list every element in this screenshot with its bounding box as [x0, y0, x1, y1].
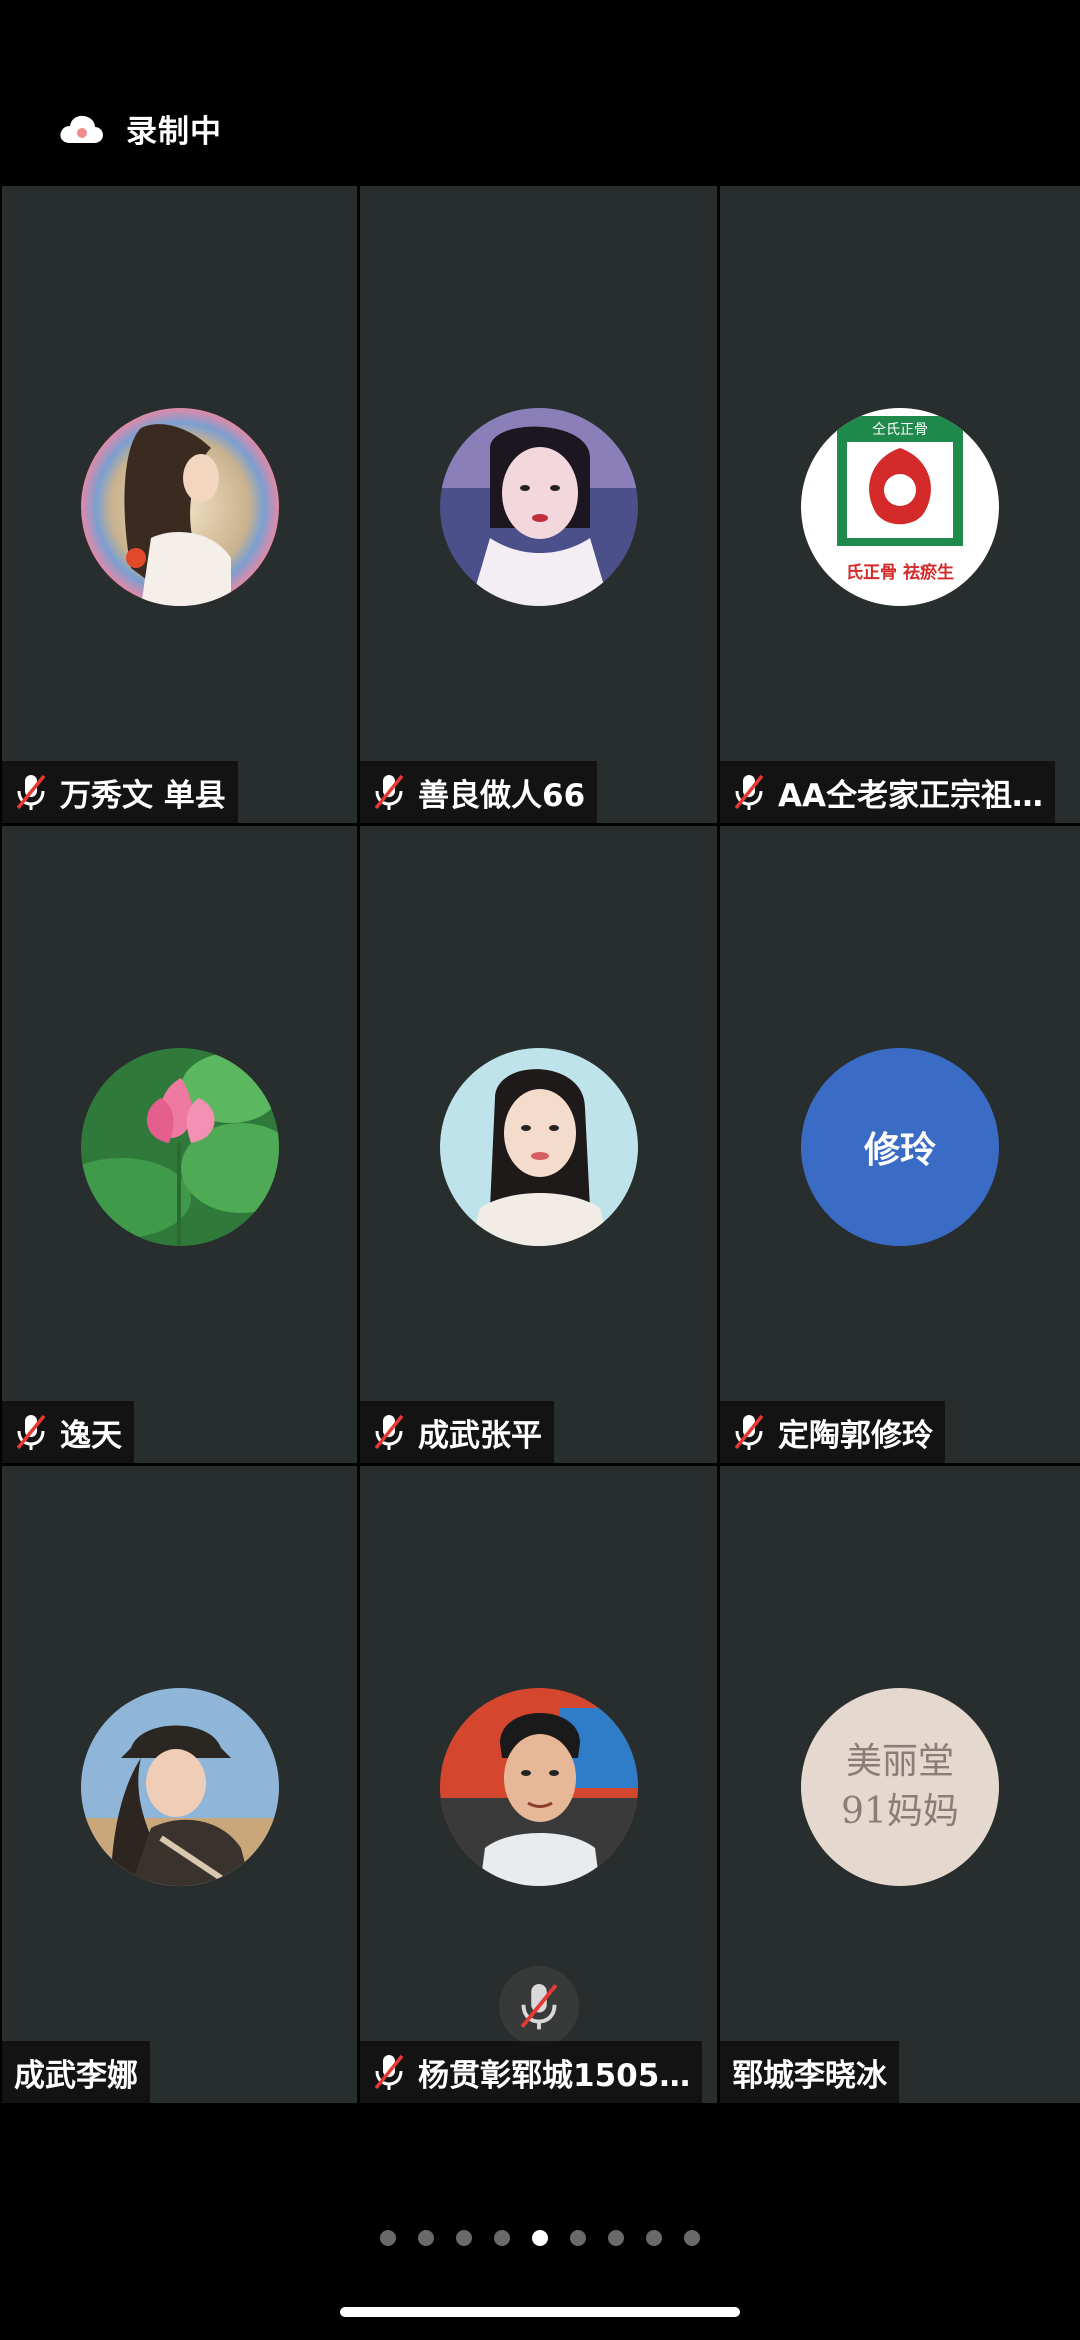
participant-tile[interactable]: 成武李娜: [0, 1466, 360, 2106]
recording-label: 录制中: [126, 114, 222, 150]
muted-mic-icon: [374, 2054, 404, 2090]
plate-text-line-1: 美丽堂: [846, 1741, 954, 1782]
participant-avatar: [80, 408, 279, 606]
participant-avatar: 仝氏正骨 氏正骨 祛瘀生: [801, 408, 999, 606]
participant-nametag: 万秀文 单县: [2, 761, 238, 823]
participant-tile[interactable]: 善良做人66: [360, 186, 720, 826]
participant-tile[interactable]: 成武张平: [360, 826, 720, 1466]
participant-avatar: [439, 408, 638, 606]
page-indicator[interactable]: [0, 2230, 1080, 2246]
home-indicator[interactable]: [340, 2307, 740, 2317]
status-bar: 录制中: [0, 0, 1080, 186]
participant-nametag: 成武李娜: [2, 2041, 150, 2103]
page-dot[interactable]: [646, 2230, 662, 2246]
participant-tile[interactable]: 杨贯彰郓城1505…: [360, 1466, 720, 2106]
participant-nametag: 逸天: [2, 1401, 134, 1463]
initials-avatar: 修玲: [801, 1048, 999, 1246]
center-muted-mic: [498, 1966, 579, 2046]
page-dot[interactable]: [494, 2230, 510, 2246]
participant-name: 杨贯彰郓城1505…: [418, 2057, 691, 2094]
participant-name: 成武张平: [418, 1417, 542, 1454]
muted-mic-icon: [16, 1414, 46, 1450]
meeting-screen: 录制中 万秀文 单县 善良做人66 仝氏正骨 氏正骨 祛瘀生 AA仝老家正宗祖……: [0, 0, 1080, 2340]
seal-title: 仝氏正骨: [872, 422, 928, 438]
participant-avatar: [439, 1688, 638, 1886]
participant-name: 逸天: [60, 1417, 122, 1454]
muted-mic-icon: [374, 774, 404, 810]
page-dot[interactable]: [608, 2230, 624, 2246]
participant-tile[interactable]: 逸天: [0, 826, 360, 1466]
participant-name: 万秀文 单县: [60, 777, 226, 814]
page-dot-active[interactable]: [532, 2230, 548, 2246]
participant-name: 成武李娜: [14, 2057, 138, 2094]
participant-nametag: AA仝老家正宗祖…: [720, 761, 1055, 823]
participant-name: 定陶郭修玲: [778, 1417, 933, 1454]
participant-avatar: 美丽堂 91妈妈: [801, 1688, 999, 1886]
muted-mic-icon: [16, 774, 46, 810]
participant-nametag: 善良做人66: [360, 761, 598, 823]
seal-caption: 氏正骨 祛瘀生: [846, 562, 954, 583]
participant-nametag: 定陶郭修玲: [720, 1401, 945, 1463]
cloud-recording-icon: [60, 115, 103, 143]
recording-indicator[interactable]: 录制中: [58, 106, 222, 151]
participant-nametag: 成武张平: [360, 1401, 554, 1463]
page-dot[interactable]: [380, 2230, 396, 2246]
participant-avatar: [439, 1048, 638, 1246]
muted-mic-icon: [520, 1984, 557, 2030]
participant-grid: 万秀文 单县 善良做人66 仝氏正骨 氏正骨 祛瘀生 AA仝老家正宗祖… 逸天 …: [0, 186, 1080, 2106]
muted-mic-icon: [374, 1414, 404, 1450]
page-dot[interactable]: [684, 2230, 700, 2246]
participant-tile[interactable]: 万秀文 单县: [0, 186, 360, 826]
participant-avatar: [80, 1048, 279, 1246]
muted-mic-icon: [734, 1414, 764, 1450]
plate-text-line-2: 91妈妈: [841, 1791, 959, 1832]
participant-tile[interactable]: 修玲 定陶郭修玲: [720, 826, 1080, 1466]
page-dot[interactable]: [418, 2230, 434, 2246]
muted-mic-icon: [734, 774, 764, 810]
participant-name: 善良做人66: [418, 777, 586, 814]
participant-name: AA仝老家正宗祖…: [778, 777, 1043, 814]
participant-avatar: [80, 1688, 279, 1886]
participant-tile[interactable]: 美丽堂 91妈妈 郓城李晓冰: [720, 1466, 1080, 2106]
page-dot[interactable]: [570, 2230, 586, 2246]
participant-tile[interactable]: 仝氏正骨 氏正骨 祛瘀生 AA仝老家正宗祖…: [720, 186, 1080, 826]
participant-nametag: 杨贯彰郓城1505…: [360, 2041, 703, 2103]
participant-name: 郓城李晓冰: [732, 2057, 887, 2094]
page-dot[interactable]: [456, 2230, 472, 2246]
participant-nametag: 郓城李晓冰: [720, 2041, 899, 2103]
